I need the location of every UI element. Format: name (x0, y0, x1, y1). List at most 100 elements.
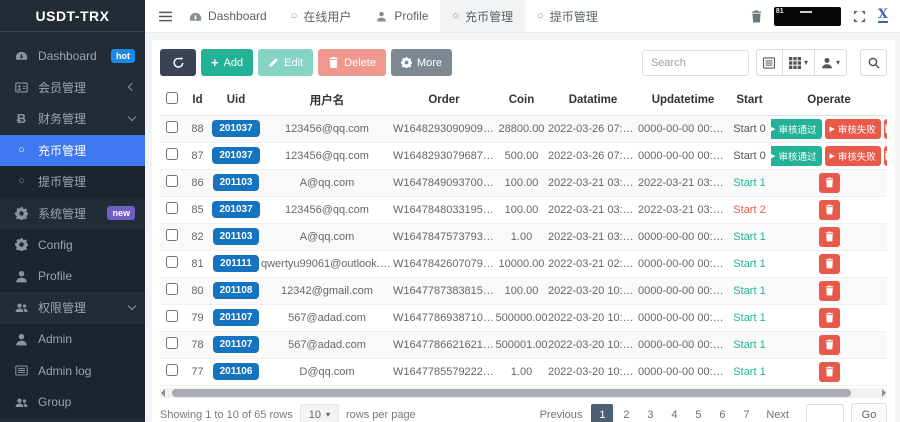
select-all-checkbox[interactable] (166, 92, 178, 104)
cell-order: W1647786938710818 (393, 304, 495, 331)
page-button-7[interactable]: 7 (735, 404, 757, 422)
uid-badge[interactable]: 201107 (213, 309, 260, 326)
uid-badge[interactable]: 201103 (213, 228, 260, 245)
export-button[interactable]: ▾ (815, 49, 847, 76)
edit-button[interactable]: Edit (258, 49, 313, 76)
cell-coin: 100.00 (495, 277, 548, 304)
page-button-3[interactable]: 3 (639, 404, 661, 422)
goto-page-input[interactable] (806, 404, 844, 422)
tab-deposit[interactable]: ○充币管理 (440, 0, 525, 32)
column-header-1[interactable]: Uid (211, 85, 261, 115)
tab-withdraw[interactable]: ○提币管理 (525, 0, 610, 32)
sidebar-item-finance[interactable]: Ƀ财务管理 (0, 103, 145, 135)
uid-badge[interactable]: 201108 (213, 282, 260, 299)
row-checkbox[interactable] (166, 310, 178, 322)
uid-badge[interactable]: 201107 (213, 336, 260, 353)
sidebar-item-withdraw[interactable]: ○提币管理 (0, 166, 145, 198)
sidebar-item-members[interactable]: 会员管理 (0, 72, 145, 104)
column-header-2[interactable]: 用户名 (261, 85, 393, 115)
sidebar-item-profile[interactable]: Profile (0, 261, 145, 293)
caret-down-icon: ▾ (326, 410, 330, 419)
column-header-7[interactable]: Start (728, 85, 771, 115)
column-header-4[interactable]: Coin (495, 85, 548, 115)
toggle-view-button[interactable] (756, 49, 783, 76)
tab-online-users[interactable]: ○在线用户 (279, 0, 364, 32)
trash-icon[interactable] (751, 10, 762, 23)
row-checkbox[interactable] (166, 283, 178, 295)
sidebar-item-permission[interactable]: 权限管理 (0, 292, 145, 324)
sidebar-item-system[interactable]: 系统管理new (0, 198, 145, 230)
delete-row-button[interactable] (819, 281, 840, 301)
sidebar: USDT-TRX Dashboardhot会员管理Ƀ财务管理○充币管理○提币管理… (0, 0, 145, 422)
row-checkbox[interactable] (166, 364, 178, 376)
refresh-button[interactable] (160, 49, 196, 76)
column-header-8[interactable]: Operate (771, 85, 887, 115)
go-button[interactable]: Go (851, 403, 887, 422)
delete-row-button[interactable] (884, 119, 887, 139)
page-size-dropdown[interactable]: 10 ▾ (300, 404, 339, 422)
row-checkbox[interactable] (166, 337, 178, 349)
delete-row-button[interactable] (884, 146, 887, 166)
hamburger-menu-icon[interactable] (153, 11, 177, 22)
row-checkbox[interactable] (166, 256, 178, 268)
uid-badge[interactable]: 201037 (212, 147, 259, 164)
column-header-0[interactable]: Id (184, 85, 211, 115)
row-checkbox[interactable] (166, 175, 178, 187)
row-checkbox[interactable] (166, 202, 178, 214)
sidebar-item-admin[interactable]: Admin (0, 324, 145, 356)
columns-button[interactable]: ▾ (783, 49, 815, 76)
search-button[interactable] (860, 49, 887, 76)
page-button-5[interactable]: 5 (687, 404, 709, 422)
add-button[interactable]: +Add (201, 49, 253, 76)
page-button-4[interactable]: 4 (663, 404, 685, 422)
redacted-account[interactable]: 81 (774, 7, 841, 26)
fullscreen-icon[interactable] (853, 10, 866, 23)
horizontal-scrollbar[interactable] (160, 388, 887, 398)
cell-datatime: 2022-03-26 07:11:19 (548, 142, 638, 169)
delete-row-button[interactable] (819, 227, 840, 247)
sidebar-item-group[interactable]: Group (0, 387, 145, 419)
more-button[interactable]: More (391, 49, 452, 76)
delete-button[interactable]: Delete (318, 49, 386, 76)
sidebar-item-config[interactable]: Config (0, 229, 145, 261)
previous-page-button[interactable]: Previous (533, 404, 590, 422)
column-header-6[interactable]: Updatetime (638, 85, 728, 115)
approve-button[interactable]: ▶审核通过 (771, 119, 822, 139)
delete-row-button[interactable] (819, 308, 840, 328)
delete-row-button[interactable] (819, 200, 840, 220)
scroll-left-arrow-icon[interactable] (161, 389, 165, 397)
page-button-2[interactable]: 2 (615, 404, 637, 422)
column-header-5[interactable]: Datatime (548, 85, 638, 115)
uid-badge[interactable]: 201103 (213, 174, 260, 191)
delete-row-button[interactable] (819, 335, 840, 355)
chevron-down-icon (128, 113, 136, 121)
tab-profile[interactable]: Profile (363, 0, 440, 32)
uid-badge[interactable]: 201037 (212, 201, 259, 218)
tab-dashboard[interactable]: Dashboard (177, 0, 279, 32)
approve-button[interactable]: ▶审核通过 (771, 146, 822, 166)
sidebar-item-deposit[interactable]: ○充币管理 (0, 135, 145, 167)
page-button-6[interactable]: 6 (711, 404, 733, 422)
delete-row-button[interactable] (819, 173, 840, 193)
uid-badge[interactable]: 201106 (213, 363, 260, 380)
scroll-right-arrow-icon[interactable] (882, 389, 886, 397)
delete-row-button[interactable] (819, 362, 840, 382)
page-button-1[interactable]: 1 (591, 404, 613, 422)
next-page-button[interactable]: Next (759, 404, 796, 422)
scrollbar-thumb[interactable] (172, 389, 851, 397)
cell-order: W1647849093700184 (393, 169, 495, 196)
reject-button[interactable]: ▶审核失败 (825, 146, 881, 166)
row-checkbox[interactable] (166, 121, 178, 133)
row-checkbox[interactable] (166, 148, 178, 160)
search-input[interactable] (642, 50, 749, 76)
row-checkbox[interactable] (166, 229, 178, 241)
table-footer: Showing 1 to 10 of 65 rows 10 ▾ rows per… (152, 398, 895, 422)
reject-button[interactable]: ▶审核失败 (825, 119, 881, 139)
column-header-3[interactable]: Order (393, 85, 495, 115)
sidebar-item-admin-log[interactable]: Admin log (0, 355, 145, 387)
uid-badge[interactable]: 201037 (212, 120, 259, 137)
delete-row-button[interactable] (819, 254, 840, 274)
logout-icon[interactable]: X (878, 9, 888, 23)
sidebar-item-dashboard[interactable]: Dashboardhot (0, 40, 145, 72)
uid-badge[interactable]: 201111 (213, 255, 259, 272)
